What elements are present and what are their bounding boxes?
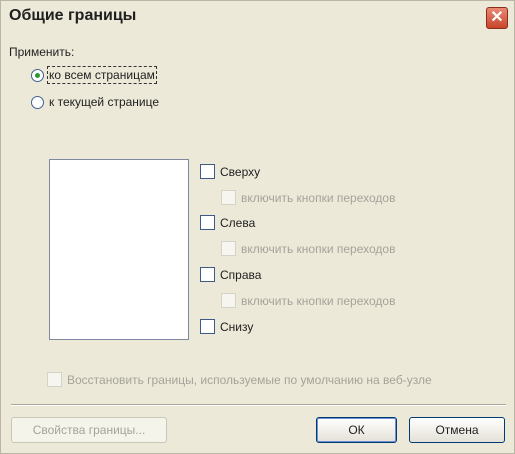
dialog-window: Общие границы ✕ Применить: ко всем стран… <box>0 0 515 454</box>
border-preview <box>49 159 189 340</box>
close-button[interactable]: ✕ <box>486 7 508 29</box>
checkbox-right[interactable] <box>200 267 215 282</box>
checkbox-top-nav[interactable] <box>221 190 236 205</box>
checkbox-top-label[interactable]: Сверху <box>220 165 260 179</box>
checkbox-restore-default[interactable] <box>47 372 62 387</box>
radio-current-page-label[interactable]: к текущей странице <box>49 95 159 109</box>
checkbox-right-nav-label: включить кнопки переходов <box>241 294 396 308</box>
checkbox-left[interactable] <box>200 215 215 230</box>
checkbox-left-label[interactable]: Слева <box>220 216 255 230</box>
cancel-button[interactable]: Отмена <box>409 417 505 443</box>
checkbox-top[interactable] <box>200 164 215 179</box>
checkbox-left-nav[interactable] <box>221 241 236 256</box>
close-icon: ✕ <box>490 9 504 26</box>
radio-all-pages[interactable] <box>31 69 44 82</box>
window-title: Общие границы <box>9 7 137 24</box>
apply-label: Применить: <box>9 45 75 59</box>
radio-selected-dot <box>35 73 40 78</box>
ok-button[interactable]: ОК <box>316 417 397 443</box>
checkbox-bottom[interactable] <box>200 319 215 334</box>
restore-default-label: Восстановить границы, используемые по ум… <box>67 373 432 387</box>
title-bar: Общие границы ✕ <box>1 1 514 33</box>
checkbox-right-label[interactable]: Справа <box>220 268 261 282</box>
checkbox-left-nav-label: включить кнопки переходов <box>241 242 396 256</box>
radio-current-page[interactable] <box>31 96 44 109</box>
border-properties-button[interactable]: Свойства границы... <box>11 417 167 443</box>
separator <box>11 404 506 406</box>
checkbox-right-nav[interactable] <box>221 293 236 308</box>
checkbox-top-nav-label: включить кнопки переходов <box>241 191 396 205</box>
checkbox-bottom-label[interactable]: Снизу <box>220 320 253 334</box>
radio-all-pages-label[interactable]: ко всем страницам <box>47 66 157 84</box>
